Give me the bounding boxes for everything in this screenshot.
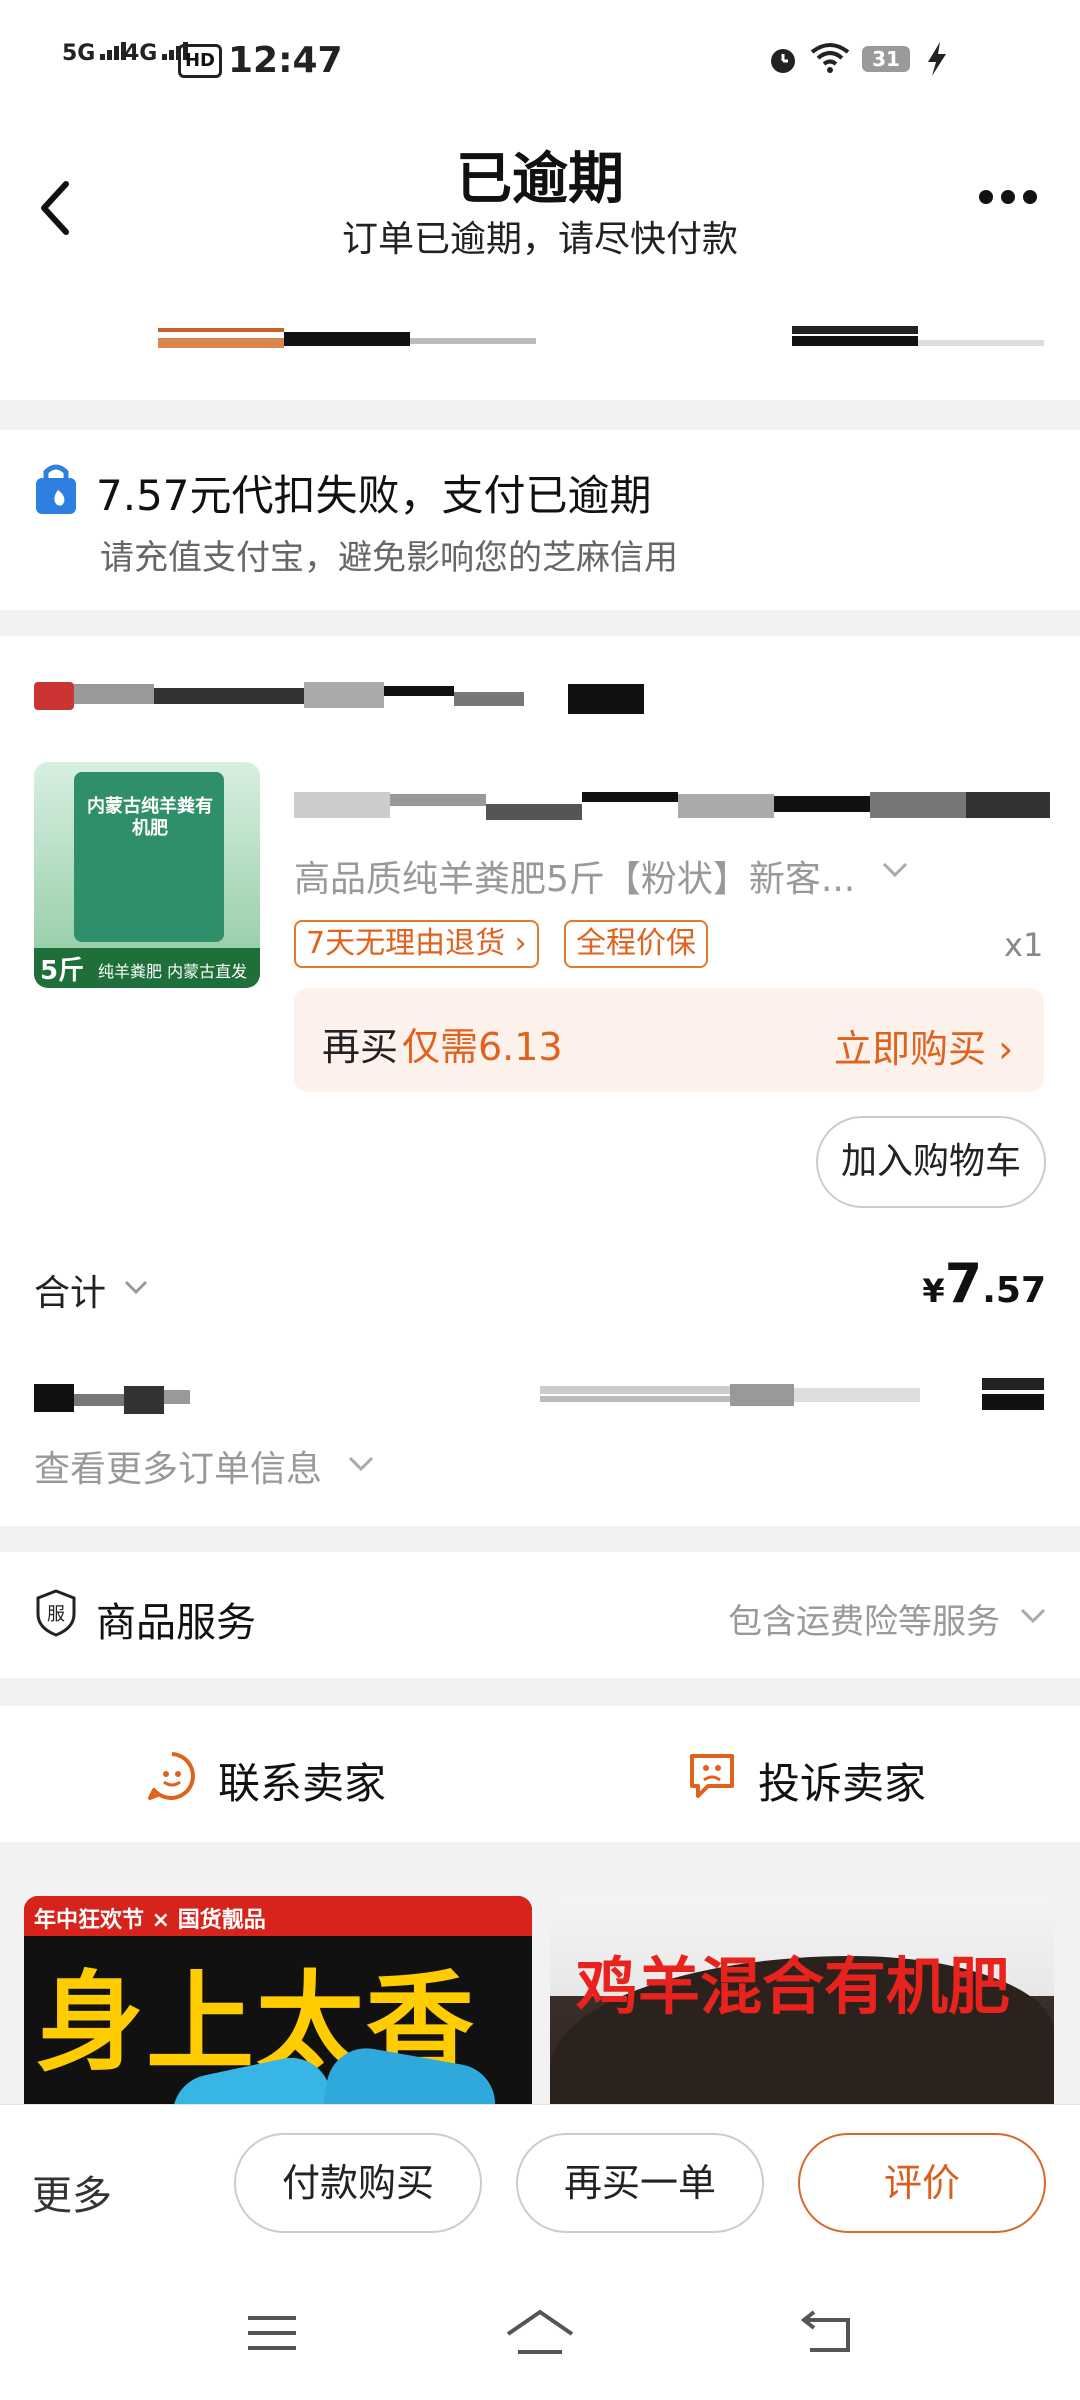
chevron-down-icon[interactable]	[1018, 1606, 1048, 1626]
page-title: 已逾期	[456, 147, 624, 212]
total-integer: 7	[944, 1252, 983, 1315]
page-subtitle: 订单已逾期，请尽快付款	[341, 219, 738, 260]
product-image[interactable]: 内蒙古纯羊粪有机肥 5斤 纯羊粪肥 内蒙古直发	[34, 762, 260, 988]
product-image-title: 内蒙古纯羊粪有机肥	[87, 796, 213, 839]
shop-name-masked	[34, 678, 644, 714]
progress-steps	[158, 326, 538, 354]
review-button[interactable]: 评价	[798, 2133, 1046, 2233]
service-label: 商品服务	[96, 1600, 256, 1646]
service-detail: 包含运费险等服务	[728, 1602, 1000, 1642]
chevron-down-icon[interactable]	[122, 1278, 150, 1296]
notice-subtitle: 请充值支付宝，避免影响您的芝麻信用	[100, 538, 678, 578]
order-id-value-masked	[540, 1382, 920, 1408]
currency-symbol: ¥	[922, 1272, 945, 1310]
notice-title: 7.57元代扣失败，支付已逾期	[96, 471, 652, 520]
alarm-icon	[771, 49, 795, 73]
product-spec[interactable]: 高品质纯羊粪肥5斤【粉状】新客...	[294, 850, 855, 902]
order-id-label-masked	[34, 1380, 190, 1420]
product-quantity: x1	[1004, 926, 1044, 964]
system-nav-bar	[0, 2272, 1080, 2400]
rebuy-order-button[interactable]: 再买一单	[516, 2133, 764, 2233]
signal-4g-label: 4G	[124, 41, 158, 66]
complain-chat-icon	[690, 1754, 734, 1798]
charging-icon	[928, 42, 946, 76]
battery-level: 31	[872, 47, 900, 71]
wifi-icon	[810, 43, 850, 73]
service-row[interactable]: 服 商品服务 包含运费险等服务	[0, 1552, 1080, 1678]
complain-seller-label: 投诉卖家	[758, 1759, 927, 1808]
buy-now-link[interactable]: 立即购买 ›	[834, 1018, 1013, 1073]
more-icon[interactable]	[976, 182, 1040, 212]
clock-time: 12:47	[228, 40, 343, 81]
contact-row: 联系卖家 投诉卖家	[0, 1706, 1080, 1842]
product-image-weight: 5斤	[40, 956, 85, 986]
order-card: 内蒙古纯羊粪有机肥 5斤 纯羊粪肥 内蒙古直发 高品质纯羊粪肥5斤【粉状】新客.…	[0, 636, 1080, 1526]
pay-button[interactable]: 付款购买	[234, 2133, 482, 2233]
product-image-footer: 纯羊粪肥 内蒙古直发	[98, 962, 248, 981]
progress-steps-right	[792, 326, 1044, 354]
signal-5g-icon: 5G	[62, 38, 128, 66]
svg-text:服: 服	[47, 1604, 65, 1625]
total-label[interactable]: 合计	[34, 1264, 106, 1316]
overdue-notice: 7.57元代扣失败，支付已逾期 请充值支付宝，避免影响您的芝麻信用	[0, 430, 1080, 610]
status-bar: 5G 4G HD 12:47 31	[0, 0, 1080, 110]
menu-icon[interactable]	[242, 2308, 302, 2358]
bottom-action-bar: 更多 付款购买 再买一单 评价	[0, 2104, 1080, 2273]
total-price: ¥7.57	[922, 1252, 1046, 1315]
contact-seller-label: 联系卖家	[218, 1759, 387, 1808]
chat-smile-icon	[148, 1752, 195, 1800]
hd-icon: HD	[178, 44, 222, 78]
service-shield-icon: 服	[36, 1589, 76, 1637]
home-icon[interactable]	[504, 2306, 576, 2358]
rebuy-price: 仅需6.13	[402, 1025, 563, 1069]
rebuy-prefix: 再买	[322, 1025, 399, 1069]
add-to-cart-button[interactable]: 加入购物车	[816, 1116, 1046, 1208]
signal-5g-label: 5G	[62, 41, 96, 66]
tag-price-protection[interactable]: 全程价保	[564, 920, 708, 968]
recommend-right-title: 鸡羊混合有机肥	[576, 1950, 1011, 2023]
shopping-bag-icon	[36, 464, 76, 514]
more-order-info-link[interactable]: 查看更多订单信息	[34, 1440, 322, 1492]
product-title-masked[interactable]	[294, 786, 1050, 822]
recommend-left-badge: 年中狂欢节 × 国货靓品	[34, 1908, 266, 1933]
tag-return-policy[interactable]: 7天无理由退货 ›	[294, 920, 539, 968]
rebuy-bar[interactable]: 再买 仅需6.13 立即购买 ›	[294, 988, 1044, 1092]
battery-icon: 31	[862, 46, 910, 72]
hd-label: HD	[184, 50, 215, 71]
back-nav-icon[interactable]	[796, 2308, 856, 2358]
more-actions-button[interactable]: 更多	[32, 2163, 112, 2221]
header: 已逾期 订单已逾期，请尽快付款	[0, 110, 1080, 400]
copy-button-masked[interactable]	[982, 1378, 1044, 1412]
chevron-down-icon[interactable]	[346, 1454, 376, 1474]
chevron-down-icon[interactable]	[880, 860, 910, 880]
total-decimal: .57	[982, 1270, 1046, 1311]
